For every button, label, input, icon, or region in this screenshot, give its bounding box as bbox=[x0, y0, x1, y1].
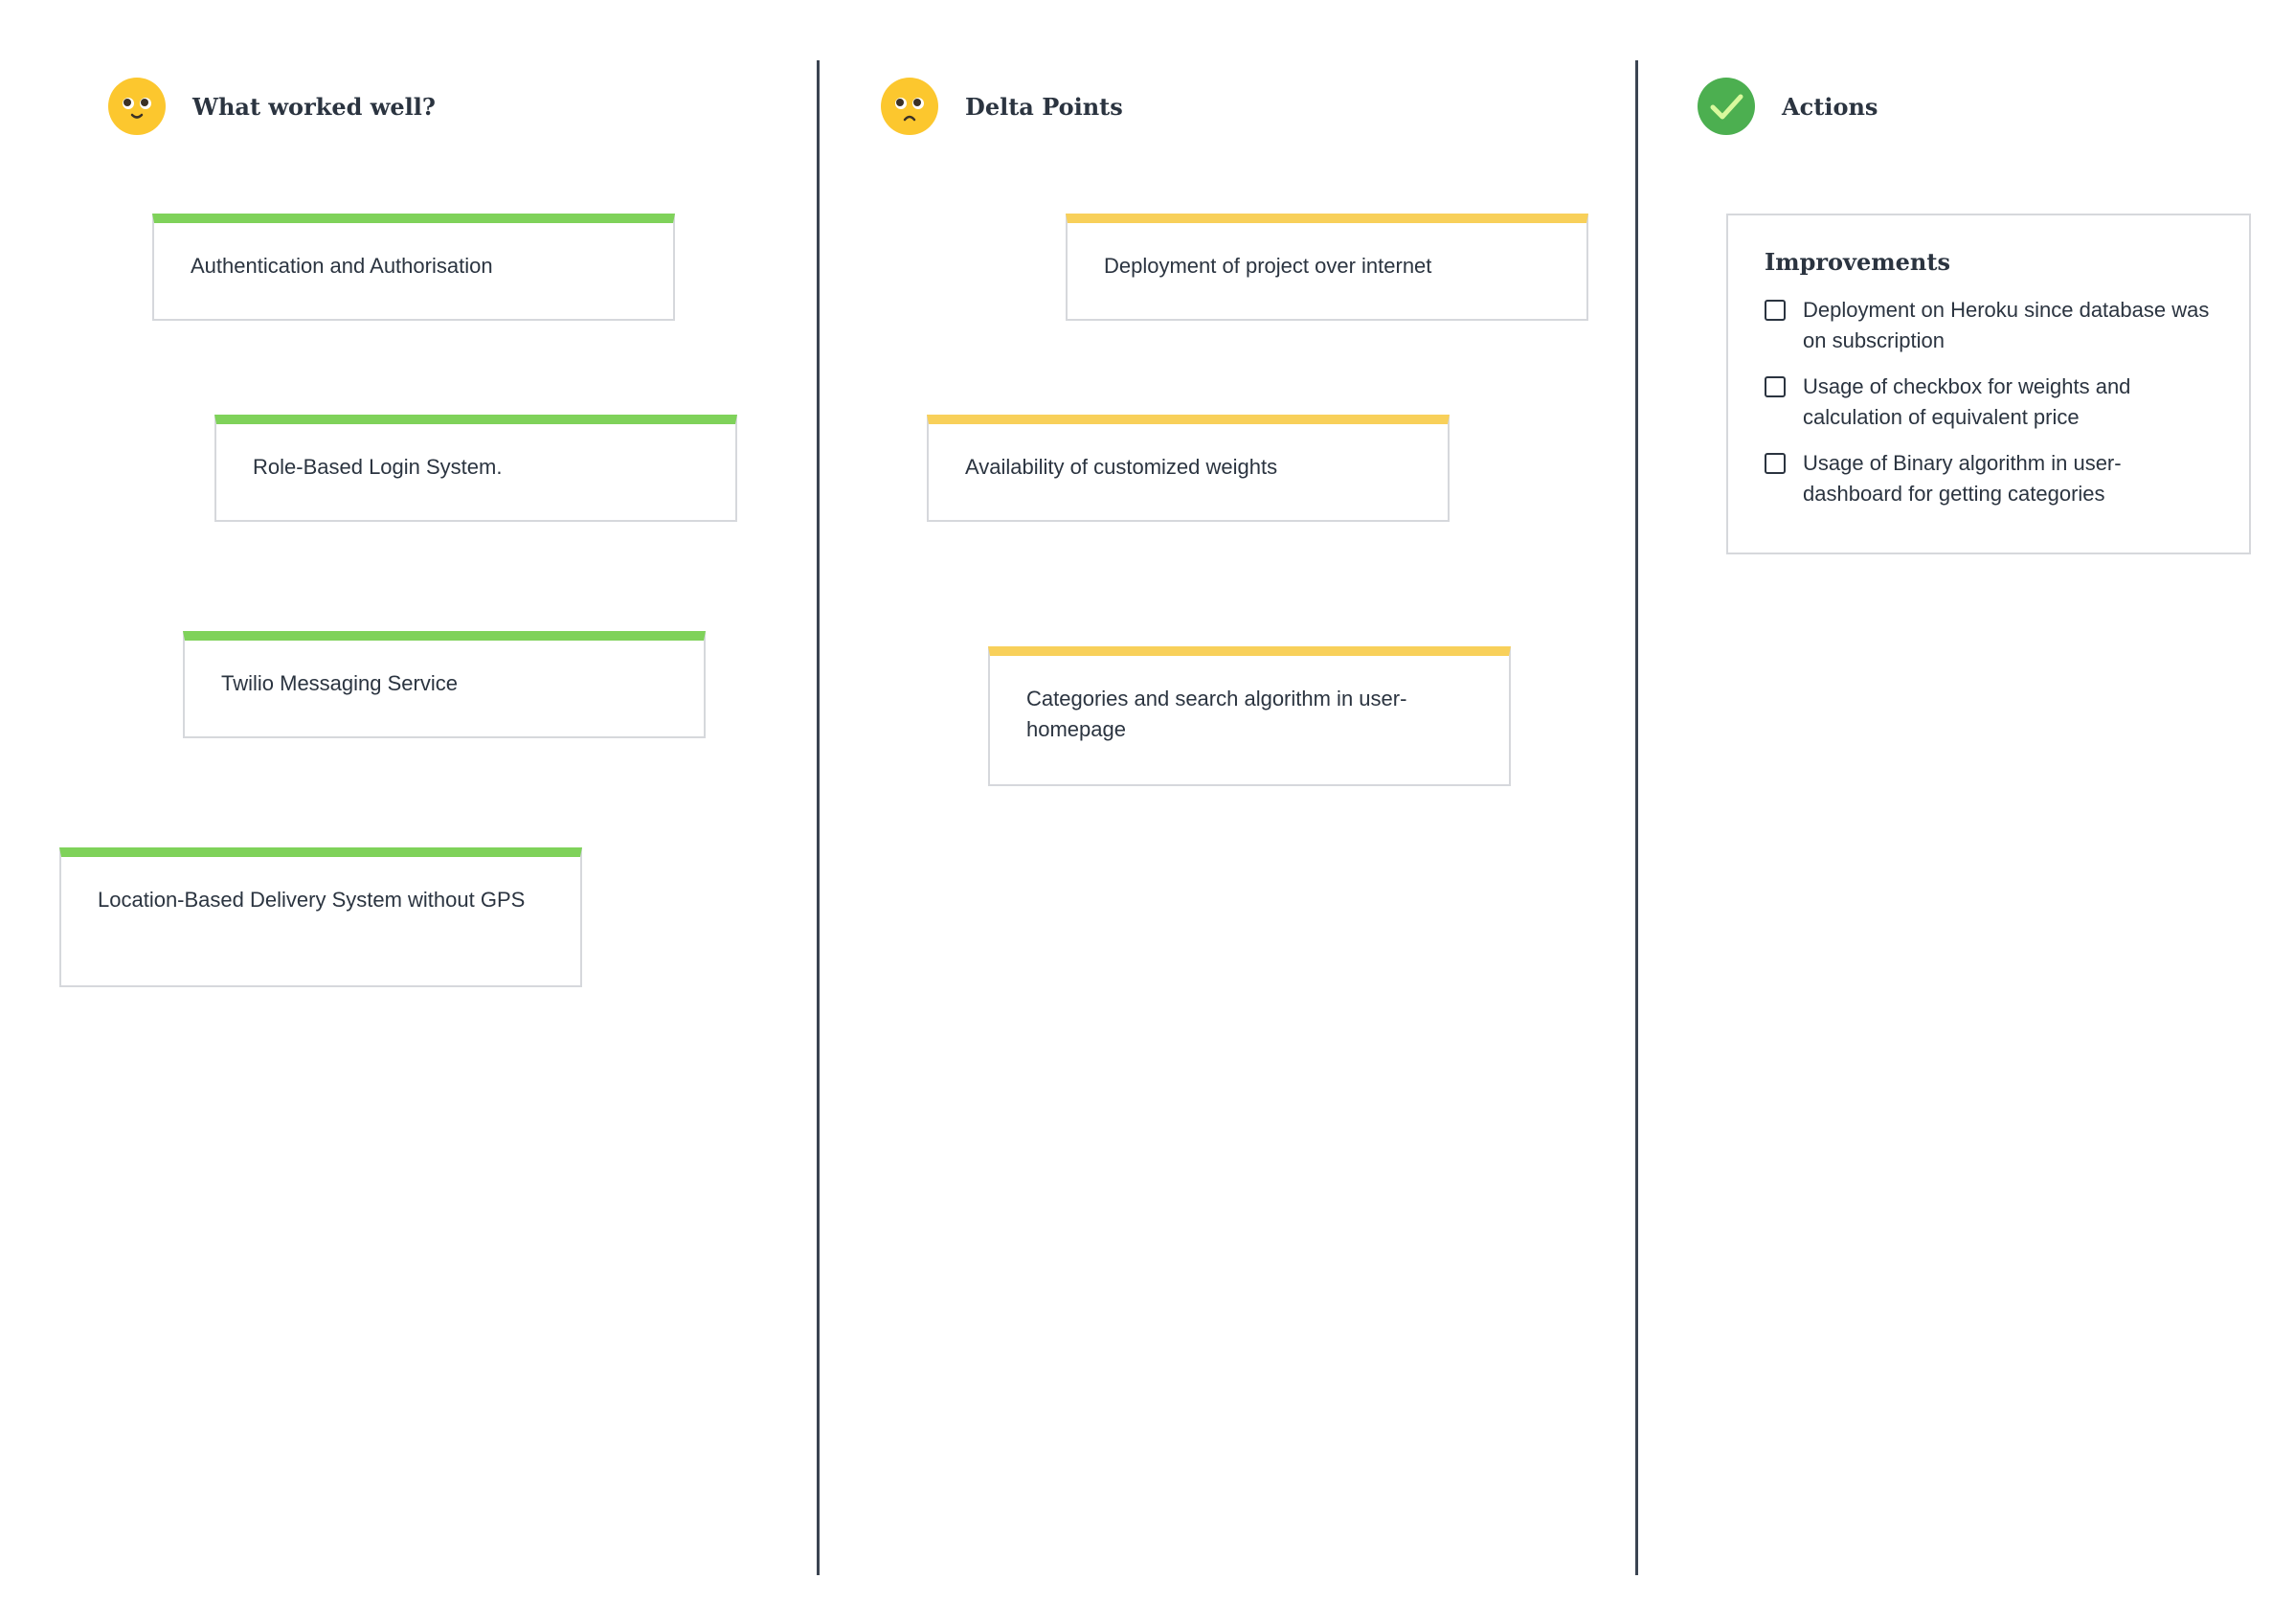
sticky-card[interactable]: Authentication and Authorisation bbox=[152, 214, 675, 321]
card-text: Role-Based Login System. bbox=[253, 455, 503, 479]
checkbox[interactable] bbox=[1765, 453, 1786, 474]
column-title: Delta Points bbox=[965, 92, 1123, 121]
card-text: Authentication and Authorisation bbox=[191, 254, 493, 278]
checkmark-icon bbox=[1698, 78, 1755, 135]
checklist-item[interactable]: Deployment on Heroku since database was … bbox=[1765, 295, 2213, 356]
column-title: What worked well? bbox=[192, 92, 436, 121]
card-text: Location-Based Delivery System without G… bbox=[98, 888, 526, 912]
column-header-delta-points: Delta Points bbox=[880, 77, 1123, 136]
sticky-card[interactable]: Availability of customized weights bbox=[927, 415, 1450, 522]
sticky-card[interactable]: Deployment of project over internet bbox=[1066, 214, 1588, 321]
checklist-item-label: Deployment on Heroku since database was … bbox=[1803, 298, 2210, 352]
sticky-card[interactable]: Categories and search algorithm in user-… bbox=[988, 646, 1511, 786]
sticky-card[interactable]: Role-Based Login System. bbox=[214, 415, 737, 522]
card-text: Availability of customized weights bbox=[965, 455, 1278, 479]
checkbox[interactable] bbox=[1765, 376, 1786, 397]
improvements-card[interactable]: Improvements Deployment on Heroku since … bbox=[1726, 214, 2251, 554]
checklist-item[interactable]: Usage of Binary algorithm in user-dashbo… bbox=[1765, 448, 2213, 509]
checklist-item-label: Usage of checkbox for weights and calcul… bbox=[1803, 374, 2131, 429]
column-title: Actions bbox=[1782, 92, 1878, 121]
checkbox[interactable] bbox=[1765, 300, 1786, 321]
frowning-face-icon bbox=[881, 78, 938, 135]
card-text: Twilio Messaging Service bbox=[221, 671, 458, 695]
card-text: Deployment of project over internet bbox=[1104, 254, 1432, 278]
smiling-face-icon bbox=[108, 78, 166, 135]
column-header-worked-well: What worked well? bbox=[107, 77, 436, 136]
column-divider-1 bbox=[817, 60, 820, 1575]
checklist-item-label: Usage of Binary algorithm in user-dashbo… bbox=[1803, 451, 2122, 506]
card-text: Categories and search algorithm in user-… bbox=[1026, 687, 1407, 741]
sticky-card[interactable]: Location-Based Delivery System without G… bbox=[59, 847, 582, 987]
column-header-actions: Actions bbox=[1697, 77, 1878, 136]
column-divider-2 bbox=[1635, 60, 1638, 1575]
checklist-item[interactable]: Usage of checkbox for weights and calcul… bbox=[1765, 372, 2213, 433]
sticky-card[interactable]: Twilio Messaging Service bbox=[183, 631, 706, 738]
improvements-title: Improvements bbox=[1765, 248, 1950, 276]
